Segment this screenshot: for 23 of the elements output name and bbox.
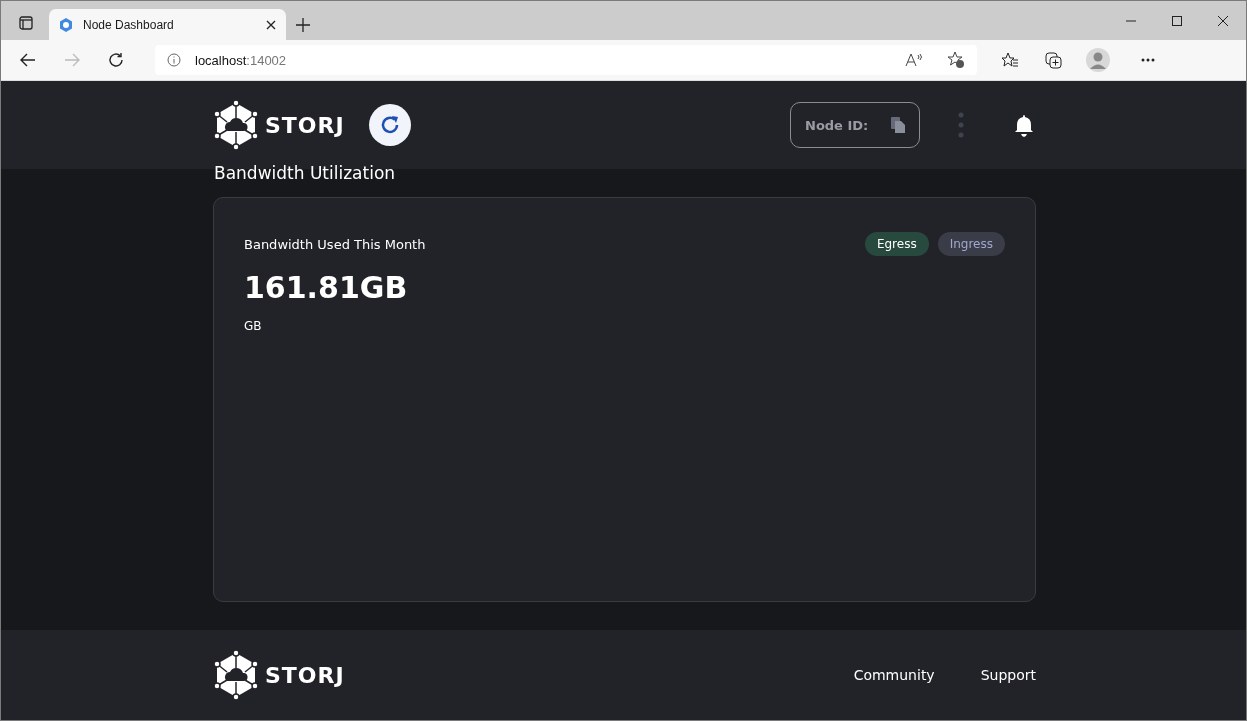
- unit-label: GB: [244, 319, 262, 333]
- node-id-button[interactable]: Node ID:: [790, 102, 920, 148]
- bandwidth-value: 161.81GB: [244, 270, 408, 305]
- footer-link[interactable]: Community: [853, 667, 935, 683]
- logo-text: STORJ: [265, 112, 345, 138]
- address-field[interactable]: localhost:14002: [155, 45, 977, 75]
- card-title: Bandwidth Used This Month: [244, 236, 426, 252]
- section-title: Bandwidth Utilization: [214, 163, 397, 183]
- tab-title: Node Dashboard: [83, 17, 175, 32]
- close-icon[interactable]: [266, 19, 276, 30]
- hexagon-logo-icon: [213, 650, 259, 700]
- refresh-button[interactable]: [368, 104, 411, 146]
- traffic-toggle[interactable]: Egress: [864, 232, 929, 256]
- read-aloud-icon[interactable]: [905, 53, 923, 67]
- copy-icon: [891, 117, 905, 133]
- info-icon: [167, 53, 181, 67]
- browser-tab[interactable]: Node Dashboard: [49, 9, 286, 40]
- bell-icon[interactable]: [1014, 113, 1034, 137]
- footer-link[interactable]: Support: [980, 667, 1036, 683]
- star-add-icon[interactable]: [947, 51, 965, 69]
- traffic-toggle[interactable]: Ingress: [937, 232, 1005, 256]
- logo-text: STORJ: [265, 662, 345, 688]
- hexagon-logo-icon: [213, 100, 259, 150]
